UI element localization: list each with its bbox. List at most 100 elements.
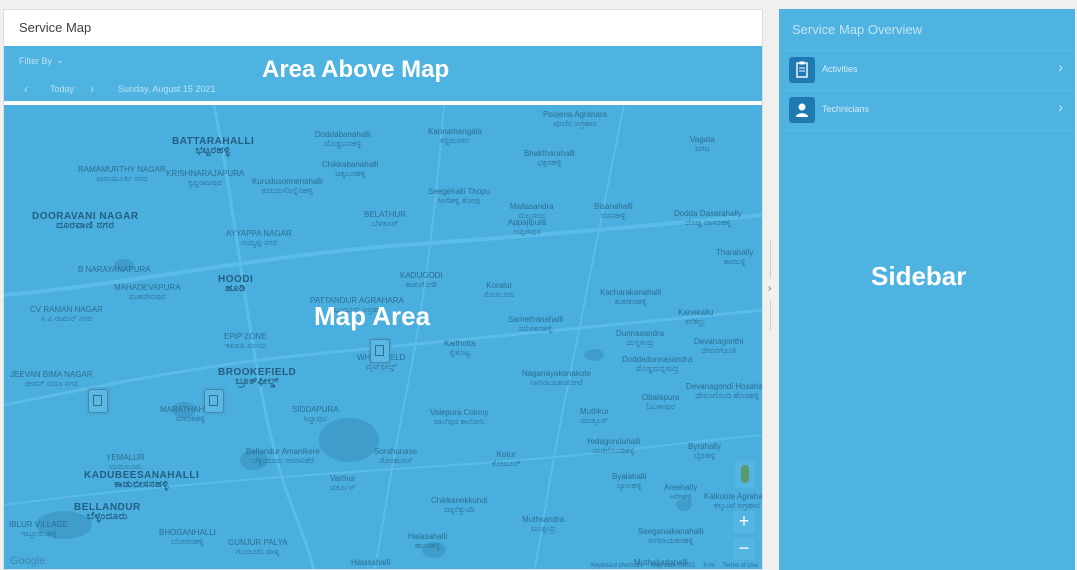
- map-place-label: Varthur ವರ್ತೂರ್: [330, 474, 356, 492]
- clipboard-icon: [93, 395, 102, 406]
- map-place-name: Dodda Dasarahally: [674, 209, 743, 218]
- map-place-name-kannada: ಕನ್ನಮಂಗಲ: [440, 136, 470, 145]
- activity-map-pin[interactable]: [88, 389, 108, 413]
- map-place-name: Varthur: [330, 474, 356, 483]
- map-place-name-kannada: ಮುತ್ತೂರ್: [580, 416, 608, 425]
- map-place-name-kannada: ನಾಗನಾಯಕನಕೋಟೆ: [530, 378, 583, 387]
- map-place-label: Muthkur ಮುತ್ತೂರ್: [580, 407, 609, 425]
- map-place-label: Vagata ವಗಟ: [690, 135, 715, 153]
- map-place-name: IBLUR VILLAGE: [9, 520, 69, 529]
- map-place-name-kannada: ಅಪ್ಪಜಿಪುರ: [513, 227, 541, 236]
- map-place-name-kannada: ಕಾಡುಗೋಡಿ: [405, 280, 437, 289]
- panel-title: Service Map: [4, 10, 762, 46]
- map-place-name-kannada: ಕಲ್ಕುಂಟೆ ಅಗ್ರಹಾರ: [713, 501, 760, 510]
- map-place-label: Sorahunase ಸೊರಹುಣಸೆ: [374, 447, 417, 465]
- map-place-name-kannada: ಕೋಟೂರ್: [492, 459, 521, 468]
- map-place-name: YEMALUR: [106, 453, 145, 462]
- map-place-name-kannada: ಕನೆಕಲ್ಲು: [685, 317, 706, 326]
- divider: [779, 130, 1075, 131]
- map-place-label: HOODI ಹೂಡಿ: [218, 275, 253, 294]
- clipboard-icon: [375, 345, 384, 356]
- map-place-name: Kannamangala: [428, 127, 482, 136]
- map-place-name: Byrahally: [688, 442, 721, 451]
- map-place-label: Bisanahalli ಬಿಸನಹಳ್ಳಿ: [594, 202, 633, 220]
- today-button[interactable]: Today: [50, 84, 74, 94]
- map-place-name: AYYAPPA NAGAR: [226, 229, 292, 238]
- map-place-label: Seeganaikanahalli ಸೀಗನಾಯಕನಹಳ್ಳಿ: [638, 527, 703, 545]
- map-place-name-kannada: ದೇವನಗೊಂದಿ ಹೊಸಹಳ್ಳಿ: [695, 391, 759, 400]
- map-place-label: DOORAVANI NAGAR ದೂರವಾಣಿ ನಗರ: [32, 212, 139, 231]
- map-place-name-kannada: ಚಿಕ್ಕಬನಹಳ್ಳಿ: [335, 169, 366, 178]
- activity-map-pin[interactable]: [370, 339, 390, 363]
- map-place-label: Kanekallu ಕನೆಕಲ್ಲು: [678, 308, 713, 326]
- map-place-name: KRISHNARAJAPURA: [166, 169, 245, 178]
- map-place-label: BELATHUR ಬೆಳತೂರ್: [364, 210, 406, 228]
- chevron-right-icon: ›: [1058, 59, 1063, 75]
- map-place-name: Kotur: [496, 450, 516, 459]
- map-place-name-kannada: ತಾರಬಳ್ಳಿ: [723, 257, 746, 266]
- map-place-name-kannada: ದೊಡ್ಡದುನ್ನಸಂದ್ರ: [635, 364, 679, 373]
- map-place-name: Seegehalli Thopu: [428, 187, 491, 196]
- map-area-label: Map Area: [314, 301, 431, 331]
- map-place-name-kannada: ಕೃಷ್ಣರಾಜಪುರ: [187, 178, 223, 187]
- map-data-attribution: Map data ©2021: [650, 563, 696, 569]
- keyboard-shortcuts-link[interactable]: Keyboard shortcuts: [591, 563, 643, 569]
- map-place-name-kannada: ದೇವನಗೊಂತಿ: [701, 346, 737, 355]
- next-day-icon[interactable]: ›: [90, 82, 94, 96]
- map-place-label: CV RAMAN NAGAR ಸಿ ವಿ ರಾಮನ್ ನಗರ: [30, 305, 103, 323]
- map-place-name: Halasahalli: [351, 558, 391, 567]
- map-place-label: Kurudusonnenahalli ಕುರುದುಸೊನ್ನೆನಹಳ್ಳಿ: [252, 177, 323, 195]
- map-place-name: Obalapura: [642, 393, 680, 402]
- map-place-name: Samethanahalli: [508, 315, 564, 324]
- map-place-name: Vagata: [690, 135, 715, 144]
- map-place-name: BELATHUR: [364, 210, 407, 219]
- map-place-name-kannada: ಕೊರಲೂರು: [484, 290, 515, 299]
- zoom-out-button[interactable]: −: [733, 538, 755, 560]
- map-place-label: B NARAYANAPURA: [78, 265, 151, 274]
- sidebar-item-activities[interactable]: Activities ›: [779, 50, 1075, 90]
- map-place-label: Muthsandra ಮುತ್ಸಂದ್ರ: [522, 515, 564, 533]
- map-place-name-kannada: ಕಾಡುಬೀಸನಹಳ್ಳಿ: [114, 479, 169, 490]
- map-place-name: Devanagondi Hosahalli: [686, 382, 763, 391]
- sidebar-region-label: Sidebar: [871, 261, 967, 291]
- zoom-in-button[interactable]: +: [733, 511, 755, 533]
- map-place-label: Appajipura ಅಪ್ಪಜಿಪುರ: [508, 218, 546, 236]
- map-place-name-kannada: ಬೆಳ್ಳಂದೂರು ಅಮಾನಿಕೆರೆ: [251, 456, 314, 465]
- map-place-name: EPIP ZONE: [224, 332, 267, 341]
- map-place-name-kannada: ರಾಮಮೂರ್ತಿ ನಗರ: [96, 174, 148, 183]
- collapse-sidebar-icon[interactable]: ›: [768, 283, 776, 297]
- map-place-label: SIDDAPURA ಸಿದ್ದಾಪುರ: [292, 405, 339, 423]
- map-place-name-kannada: ಅರೀಹಳ್ಳಿ: [669, 492, 692, 501]
- map-place-name: Valepura Colony: [430, 408, 489, 417]
- map-place-name: Byalahalli: [612, 472, 647, 481]
- previous-day-icon[interactable]: ‹: [24, 82, 28, 96]
- map-place-label: Kacharakanahalli ಕಚರಕನಹಳ್ಳಿ: [600, 288, 661, 306]
- map-place-label: Kalkunte Agraharaಕಲ್ಕುಂಟೆ ಅಗ್ರಹಾರ: [704, 492, 762, 510]
- map-place-label: YEMALUR ಯಮಲೂರು: [106, 453, 145, 471]
- map-place-label: BROOKEFIELD ಬ್ರೂಕ್‌ಫೀಲ್ಡ್: [218, 368, 296, 387]
- map-place-name-kannada: ಬೆಳತೂರ್: [371, 219, 399, 228]
- map-place-name: BHOGANHALLI: [159, 528, 216, 537]
- map-place-name-kannada: ದೂರವಾಣಿ ನಗರ: [56, 220, 115, 231]
- map-area[interactable]: BATTARAHALLI ಭಟ್ಟರಹಳ್ಳಿ RAMAMURTHY NAGAR ರಾ…: [4, 105, 763, 569]
- map-place-name-kannada: ಅಯ್ಯಪ್ಪ ನಗರ: [240, 238, 277, 247]
- activity-map-pin[interactable]: [204, 389, 224, 413]
- map-place-name-kannada: ಬ್ರೂಕ್‌ಫೀಲ್ಡ್: [235, 376, 279, 387]
- map-place-name-kannada: ಕುರುದುಸೊನ್ನೆನಹಳ್ಳಿ: [261, 186, 313, 195]
- street-view-pegman-icon[interactable]: [735, 460, 755, 488]
- map-place-name: B NARAYANAPURA: [78, 265, 151, 274]
- map-place-label: JEEVAN BIMA NAGAR ಜೀವನ್ ಬಿಮಾ ನಗರ: [10, 370, 93, 388]
- sidebar-item-technicians[interactable]: Technicians ›: [779, 90, 1075, 130]
- filter-by-dropdown[interactable]: Filter By ⌄: [19, 55, 64, 66]
- map-place-name-kannada: ಗುಂಜೂರು ಪಾಳ್ಯ: [236, 547, 280, 556]
- map-place-label: Bhaktharahalli ಭಕ್ತರಹಳ್ಳಿ: [524, 149, 575, 167]
- map-place-name-kannada: ಚಿಕ್ಕನೆಕ್ಕುಂದಿ: [444, 505, 475, 514]
- map-place-label: Kotur ಕೋಟೂರ್: [492, 450, 520, 468]
- map-place-label: EPIP ZONE ಇಪಿಐಪಿ ವಲಯ: [224, 332, 267, 350]
- map-place-label: RAMAMURTHY NAGAR ರಾಮಮೂರ್ತಿ ನಗರ: [78, 165, 166, 183]
- map-place-name: Dunnasandra: [616, 329, 665, 338]
- map-place-name-kannada: ಕಚರಕನಹಳ್ಳಿ: [614, 297, 647, 306]
- sidebar: Service Map Overview Activities › Techni…: [779, 9, 1075, 570]
- map-place-name: Bhaktharahalli: [524, 149, 575, 158]
- terms-of-use-link[interactable]: Terms of Use: [723, 563, 758, 569]
